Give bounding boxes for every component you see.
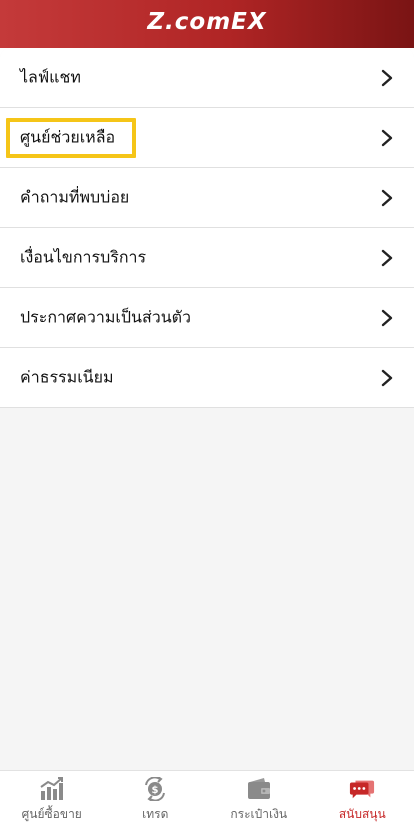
exchange-dollar-icon: $ [142,777,168,801]
chat-bubbles-icon [349,777,375,801]
menu-item-help-center[interactable]: ศูนย์ช่วยเหลือ [0,108,414,168]
tab-trading-center[interactable]: ศูนย์ซื้อขาย [0,771,104,828]
menu-item-terms[interactable]: เงื่อนไขการบริการ [0,228,414,288]
menu-item-label: ไลฟ์แชท [20,65,81,90]
menu-item-label: คำถามที่พบบ่อย [20,185,129,210]
menu-item-label: ประกาศความเป็นส่วนตัว [20,305,191,330]
menu-item-privacy[interactable]: ประกาศความเป็นส่วนตัว [0,288,414,348]
bottom-tab-bar: ศูนย์ซื้อขาย $ เทรด กระเป๋าเงิน ส [0,770,414,828]
tab-wallet[interactable]: กระเป๋าเงิน [207,771,311,828]
menu-item-fees[interactable]: ค่าธรรมเนียม [0,348,414,408]
menu-item-faq[interactable]: คำถามที่พบบ่อย [0,168,414,228]
tab-support[interactable]: สนับสนุน [311,771,414,828]
tab-label: ศูนย์ซื้อขาย [0,805,104,824]
app-header: Z.comEX [0,0,414,48]
chevron-right-icon [380,129,394,147]
tab-label: เทรด [104,805,208,824]
bar-chart-icon [39,777,65,801]
menu-item-label: เงื่อนไขการบริการ [20,245,146,270]
chevron-right-icon [380,189,394,207]
menu-item-label: ศูนย์ช่วยเหลือ [20,125,115,150]
svg-text:$: $ [152,785,159,796]
menu-item-label: ค่าธรรมเนียม [20,365,114,390]
tab-trade[interactable]: $ เทรด [104,771,208,828]
chevron-right-icon [380,309,394,327]
support-menu: ไลฟ์แชท ศูนย์ช่วยเหลือ คำถามที่พบบ่อย เง… [0,48,414,408]
tab-label: สนับสนุน [311,805,414,824]
zcomex-logo: Z.comEX [0,9,414,35]
chevron-right-icon [380,69,394,87]
support-page: ไลฟ์แชท ศูนย์ช่วยเหลือ คำถามที่พบบ่อย เง… [0,48,414,770]
wallet-icon [246,777,272,801]
tab-label: กระเป๋าเงิน [207,805,311,824]
menu-item-live-chat[interactable]: ไลฟ์แชท [0,48,414,108]
chevron-right-icon [380,369,394,387]
chevron-right-icon [380,249,394,267]
